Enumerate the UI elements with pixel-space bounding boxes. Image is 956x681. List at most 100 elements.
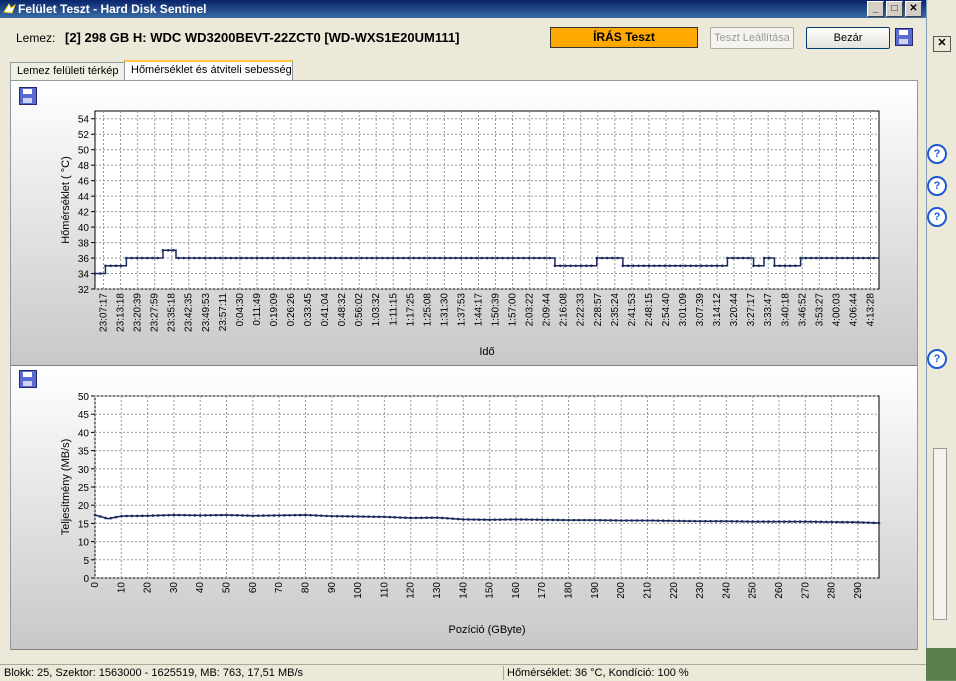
speed-point (272, 514, 276, 517)
speed-point (567, 518, 570, 522)
speed-point (114, 515, 118, 519)
x-tick-label: 60 (248, 582, 259, 594)
temperature-point (835, 256, 839, 260)
speed-point (314, 514, 318, 517)
speed-point (872, 521, 876, 525)
temperature-point (339, 256, 342, 260)
temperature-point (783, 264, 787, 268)
speed-point (393, 515, 397, 519)
speed-point (767, 520, 770, 523)
temperature-point (203, 256, 207, 260)
temperature-point (302, 256, 306, 260)
y-tick-label: 54 (78, 115, 90, 126)
background-scrollbar[interactable] (933, 448, 947, 620)
help-icon[interactable]: ? (927, 207, 947, 227)
temperature-point (386, 256, 389, 260)
temperature-point (726, 256, 729, 260)
help-icon[interactable]: ? (927, 144, 947, 164)
temperature-point (867, 256, 870, 260)
temperature-point (658, 264, 661, 268)
x-tick-label: 0:11:49 (252, 293, 263, 326)
speed-point (561, 518, 565, 522)
speed-point (472, 518, 476, 521)
speed-point (398, 516, 402, 519)
temperature-point (318, 256, 322, 260)
x-tick-label: 3:14:12 (712, 293, 723, 327)
speed-point (588, 518, 591, 522)
title-bar: Felület Teszt - Hard Disk Sentinel _ □ ✕ (0, 0, 926, 18)
speed-point (367, 515, 370, 518)
temperature-point (297, 256, 301, 260)
temperature-point (428, 256, 431, 260)
speed-point (435, 516, 439, 519)
x-tick-label: 23:20:39 (133, 293, 144, 332)
temperature-point (402, 256, 405, 260)
status-temperature-info: Hőmérséklet: 36 °C, Kondíció: 100 % (507, 667, 689, 679)
x-tick-label: 1:37:53 (456, 293, 467, 327)
temperature-point (449, 256, 452, 260)
x-tick-label: 120 (406, 582, 417, 599)
x-tick-label: 0:04:30 (235, 293, 246, 327)
temperature-point (564, 264, 567, 268)
speed-point (335, 514, 339, 518)
close-dialog-button[interactable]: Bezár (806, 27, 890, 49)
x-tick-label: 3:33:47 (763, 293, 774, 327)
y-tick-label: 42 (78, 208, 90, 219)
speed-point (451, 517, 455, 520)
temperature-point (475, 256, 478, 260)
temperature-point (454, 256, 457, 260)
speed-point (761, 520, 765, 523)
temperature-point (862, 256, 865, 260)
temperature-point (752, 264, 755, 268)
minimize-button[interactable]: _ (867, 1, 884, 17)
temperature-point (532, 256, 536, 260)
speed-point (177, 513, 181, 517)
x-tick-label: 23:07:17 (99, 293, 110, 332)
temperature-point (229, 256, 233, 260)
speed-point (419, 516, 423, 520)
temperature-point (856, 256, 860, 260)
temperature-point (522, 256, 525, 260)
close-button[interactable]: ✕ (905, 1, 922, 17)
help-icon[interactable]: ? (927, 349, 947, 369)
speed-point (619, 519, 623, 522)
speed-point (846, 520, 849, 524)
speed-point (414, 516, 418, 520)
temperature-point (334, 256, 337, 260)
speed-point (630, 519, 633, 522)
stop-test-button[interactable]: Teszt Leállítása (710, 27, 794, 49)
x-tick-label: 23:35:18 (167, 293, 178, 332)
temperature-point (193, 256, 196, 260)
speed-point (751, 520, 755, 523)
speed-point (740, 520, 744, 523)
temperature-point (590, 264, 593, 268)
speed-point (540, 518, 544, 522)
temperature-point (778, 264, 781, 268)
speed-point (341, 514, 344, 518)
temperature-point (135, 256, 139, 260)
temperature-point (794, 264, 797, 268)
desktop-background (926, 648, 956, 680)
x-tick-label: 3:40:18 (780, 293, 791, 327)
x-tick-label: 170 (537, 582, 548, 599)
temperature-point (266, 256, 269, 260)
save-icon[interactable] (895, 28, 913, 46)
tab-surface-map[interactable]: Lemez felületi térkép (10, 62, 132, 81)
temperature-point (281, 256, 285, 260)
speed-point (283, 514, 286, 517)
speed-point (877, 521, 881, 525)
temperature-chart: 23:07:17 23:13:18 23:20:39 23:27:59 23:35:18… (60, 110, 880, 358)
speed-point (840, 520, 844, 524)
speed-point (198, 514, 202, 517)
speed-point (409, 516, 413, 520)
y-tick-label: 15 (78, 519, 90, 530)
speed-point (646, 519, 649, 522)
temperature-point (412, 256, 416, 260)
temperature-point (506, 256, 510, 260)
maximize-button[interactable]: □ (886, 1, 903, 17)
speed-point (614, 519, 618, 522)
speed-point (640, 519, 644, 522)
background-close-icon[interactable]: ✕ (933, 36, 951, 52)
help-icon[interactable]: ? (927, 176, 947, 196)
speed-point (188, 513, 192, 517)
